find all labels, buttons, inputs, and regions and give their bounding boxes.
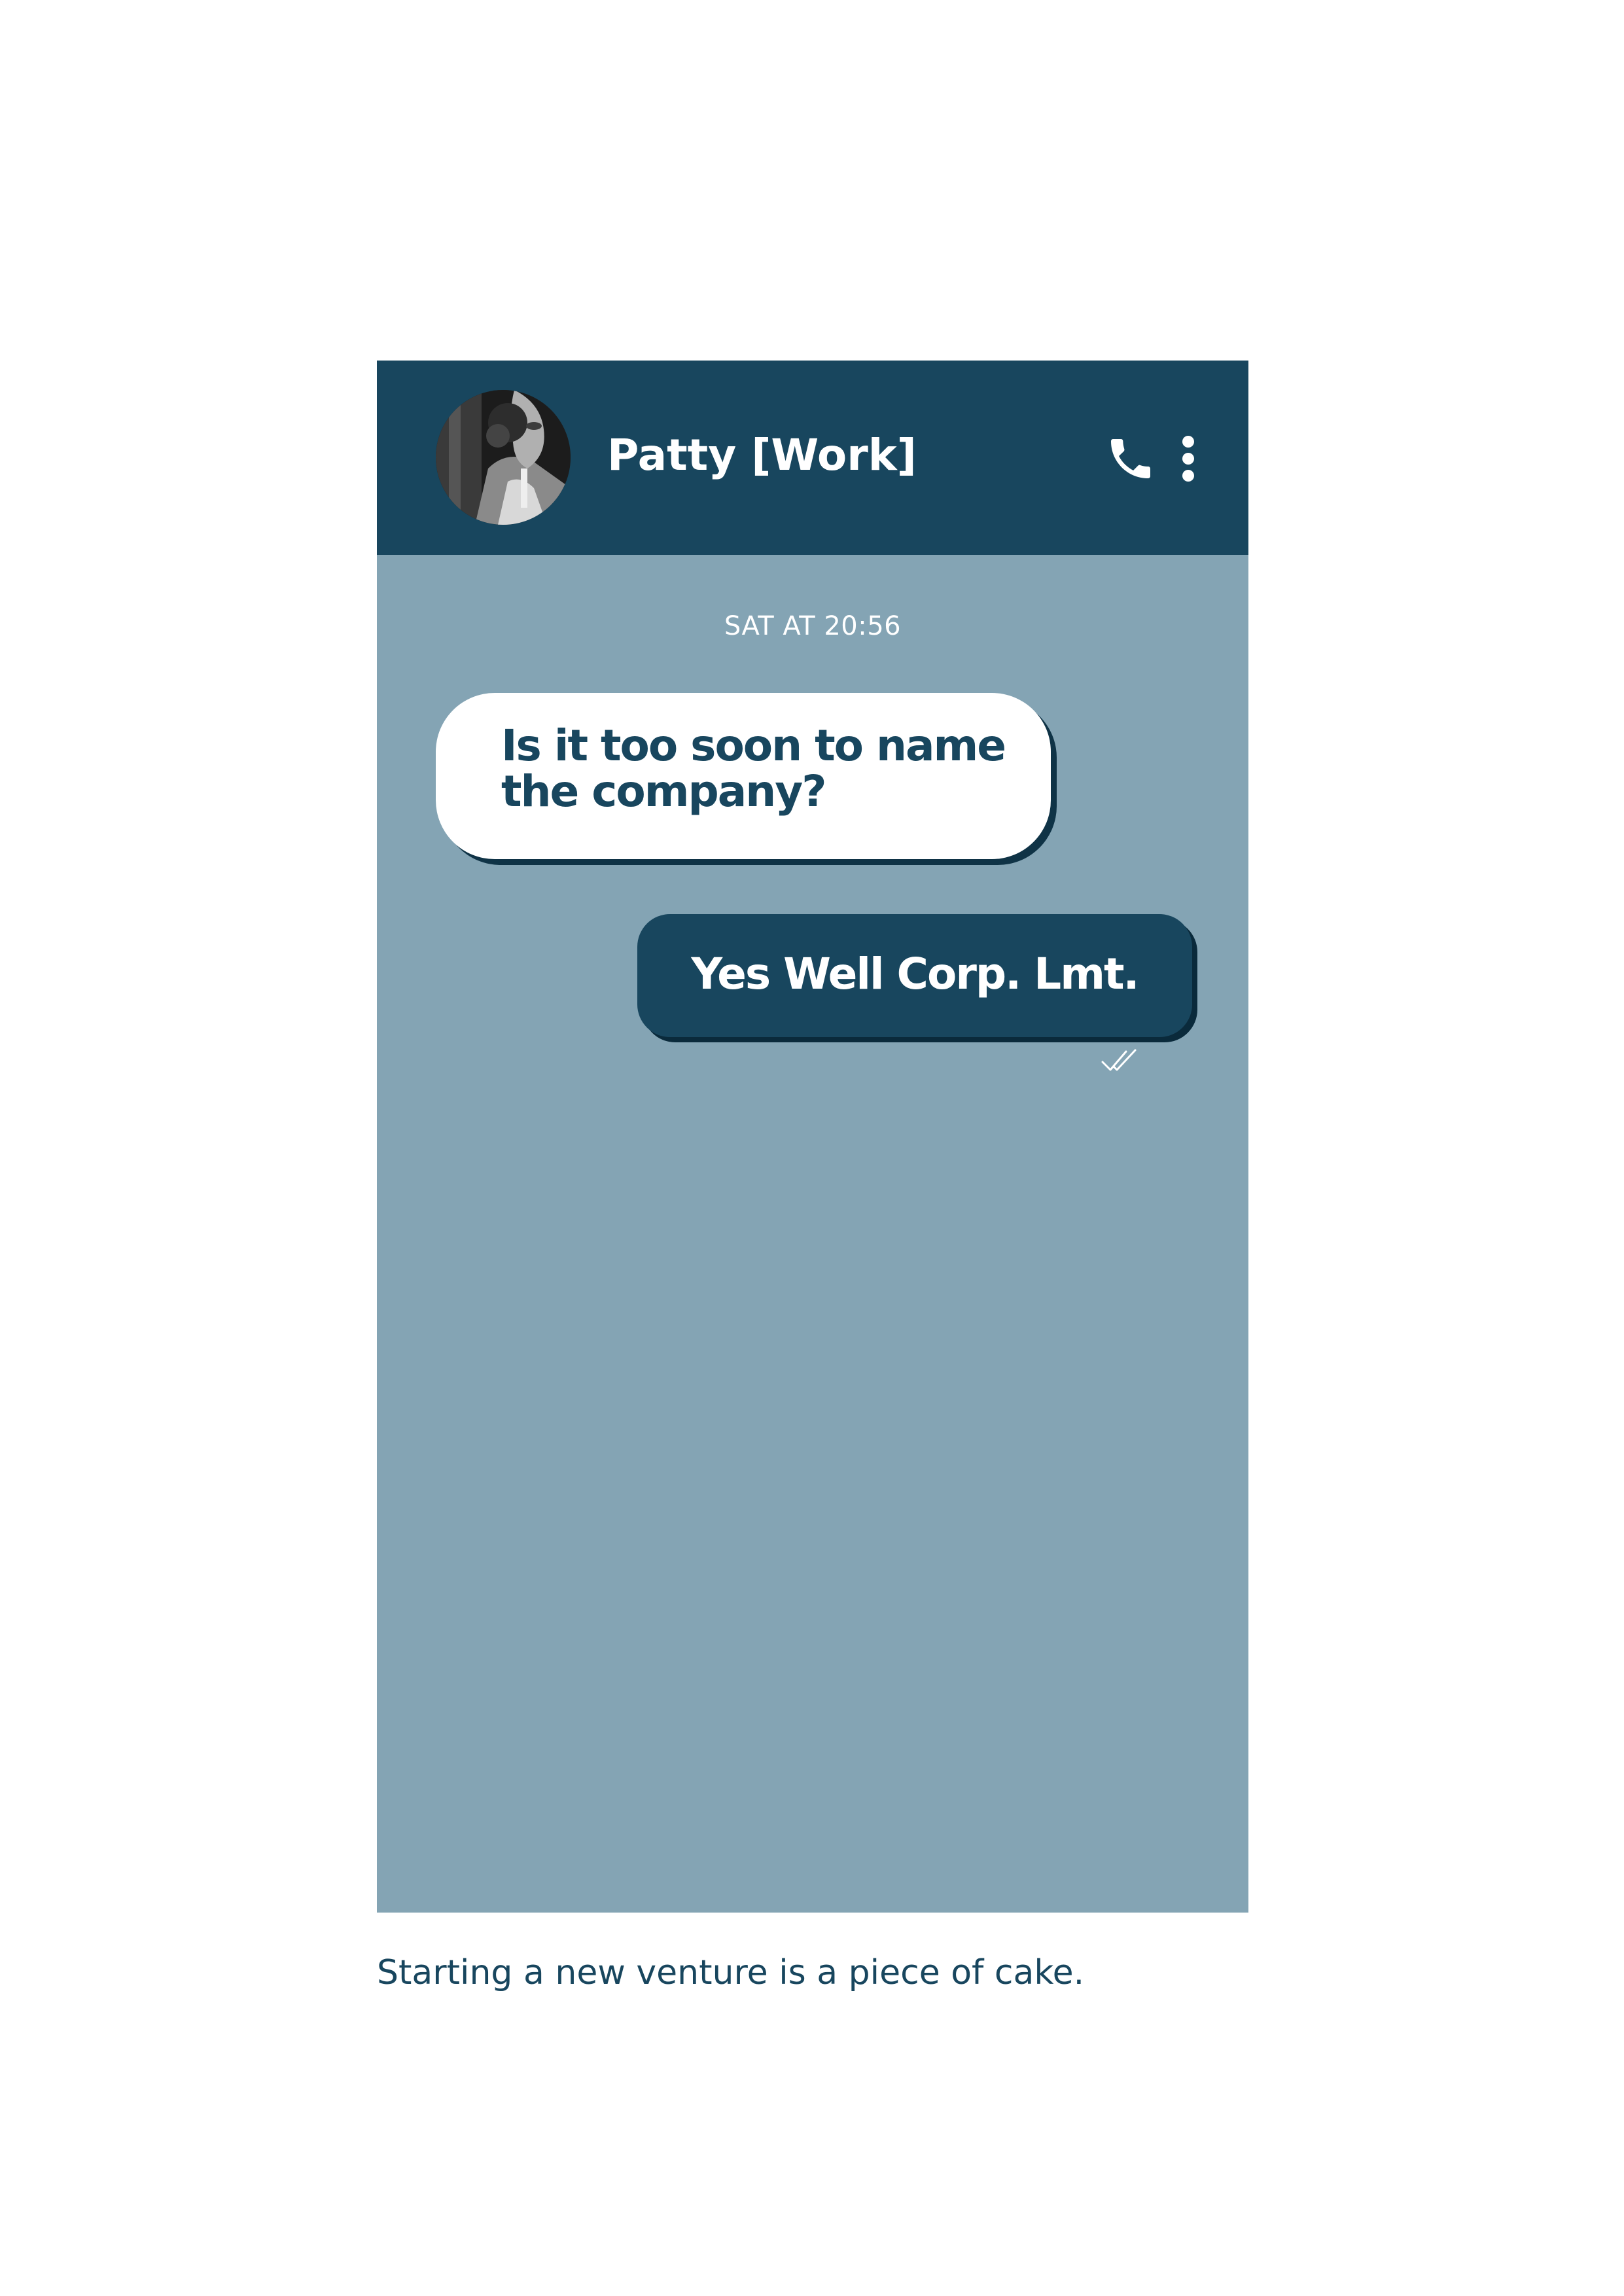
phone-icon — [1111, 439, 1150, 478]
more-options-button[interactable] — [1175, 433, 1201, 485]
double-check-icon — [1101, 1049, 1137, 1071]
avatar-photo — [436, 390, 571, 525]
outgoing-message[interactable]: Yes Well Corp. Lmt. — [637, 914, 1192, 1037]
incoming-message-text: Is it too soon to name the company? — [501, 720, 1006, 817]
chat-header: Patty [Work] — [377, 361, 1248, 555]
outgoing-message-text: Yes Well Corp. Lmt. — [691, 949, 1139, 999]
contact-avatar[interactable] — [436, 390, 571, 525]
more-vertical-icon — [1182, 436, 1194, 482]
chat-screen: Patty [Work] SAT AT 20:56 Is it too soon… — [377, 361, 1248, 1913]
caption-text: Starting a new venture is a piece of cak… — [377, 1953, 1085, 1992]
contact-name: Patty [Work] — [607, 430, 917, 480]
incoming-message[interactable]: Is it too soon to name the company? — [436, 693, 1051, 859]
date-separator: SAT AT 20:56 — [724, 611, 902, 641]
call-button[interactable] — [1104, 433, 1157, 485]
